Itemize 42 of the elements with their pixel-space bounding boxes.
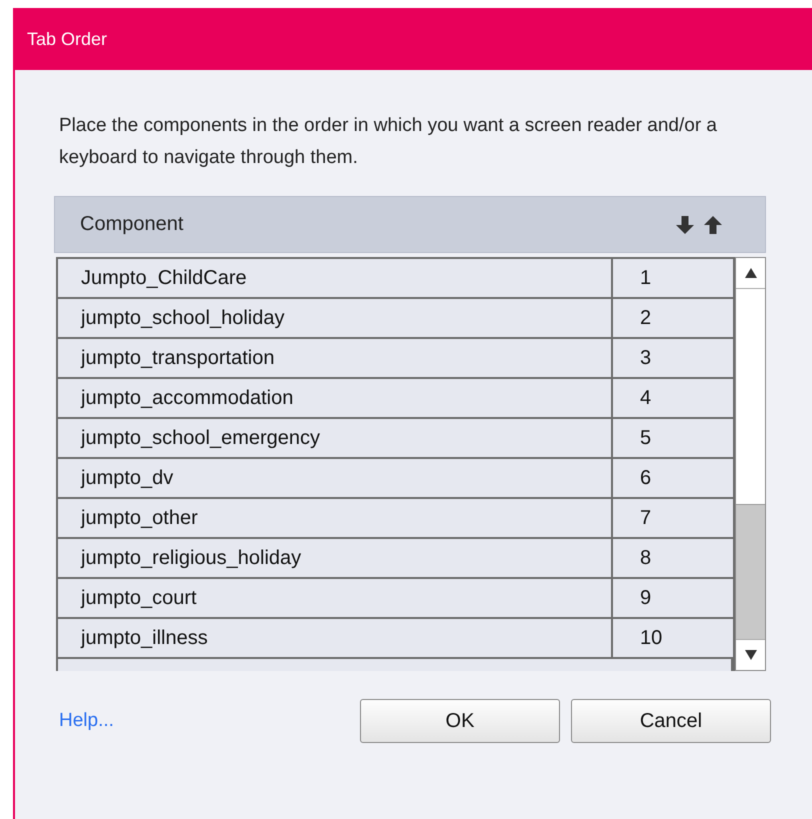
down-arrow-icon[interactable] — [675, 214, 695, 234]
component-name: jumpto_illness — [58, 619, 613, 657]
scroll-down-icon[interactable] — [744, 649, 758, 661]
component-name: jumpto_school_holiday — [58, 299, 613, 337]
order-number: 5 — [639, 426, 652, 450]
scroll-up-icon[interactable] — [744, 267, 758, 279]
component-name: jumpto_dv — [58, 459, 613, 497]
order-number: 1 — [639, 266, 652, 290]
order-number: 2 — [639, 306, 652, 330]
component-name: jumpto_school_emergency — [58, 419, 613, 457]
component-name: jumpto_religious_holiday — [58, 539, 613, 577]
window-title: Tab Order — [27, 28, 108, 50]
order-number: 4 — [639, 386, 652, 410]
up-arrow-icon[interactable] — [703, 214, 723, 234]
table-row[interactable]: jumpto_court 9 — [56, 579, 735, 619]
table-row[interactable]: jumpto_dv 6 — [56, 459, 735, 499]
order-number: 9 — [639, 586, 652, 610]
component-name: jumpto_accommodation — [58, 379, 613, 417]
order-number: 8 — [639, 546, 652, 570]
ok-button[interactable]: OK — [360, 699, 560, 743]
table-row[interactable]: jumpto_religious_holiday 8 — [56, 539, 735, 579]
component-name: jumpto_court — [58, 579, 613, 617]
table-row[interactable]: Jumpto_ChildCare 1 — [56, 257, 735, 299]
component-name: jumpto_other — [58, 499, 613, 537]
cancel-button[interactable]: Cancel — [571, 699, 771, 743]
order-number: 3 — [639, 346, 652, 370]
table-row[interactable]: jumpto_school_holiday 2 — [56, 299, 735, 339]
table-row[interactable]: jumpto_transportation 3 — [56, 339, 735, 379]
instructions-text: Place the components in the order in which you want a screen reader and/or a keyboard to navigate through them. — [59, 114, 718, 170]
help-link[interactable]: Help... — [59, 710, 114, 732]
table-row[interactable]: jumpto_other 7 — [56, 499, 735, 539]
component-name: Jumpto_ChildCare — [58, 259, 613, 297]
scroll-thumb[interactable] — [736, 504, 765, 639]
scrollbar[interactable] — [735, 257, 766, 671]
column-header: Component — [80, 213, 184, 236]
table-row[interactable]: jumpto_illness 10 — [56, 619, 735, 659]
table-row[interactable]: jumpto_accommodation 4 — [56, 379, 735, 419]
order-number: 7 — [639, 506, 652, 530]
table-row[interactable]: jumpto_school_emergency 5 — [56, 419, 735, 459]
component-name: jumpto_transportation — [58, 339, 613, 377]
order-number: 6 — [639, 466, 652, 490]
order-number: 10 — [639, 626, 664, 650]
